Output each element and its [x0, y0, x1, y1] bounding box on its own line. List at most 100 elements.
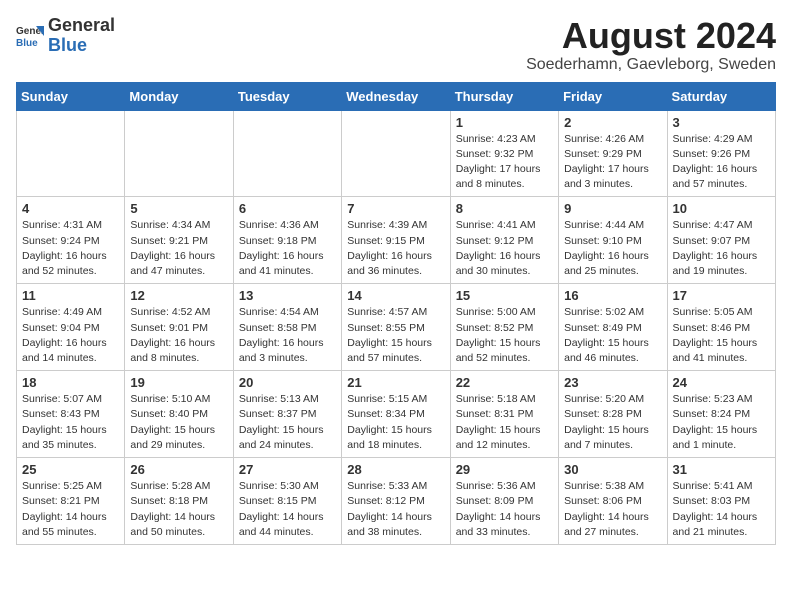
day-info: Sunrise: 4:23 AMSunset: 9:32 PMDaylight:…	[456, 132, 553, 193]
day-number: 26	[130, 462, 227, 477]
day-info: Sunrise: 5:07 AMSunset: 8:43 PMDaylight:…	[22, 392, 119, 453]
calendar-week-row: 11Sunrise: 4:49 AMSunset: 9:04 PMDayligh…	[17, 284, 776, 371]
day-of-week-header: Wednesday	[342, 82, 450, 110]
calendar-cell: 16Sunrise: 5:02 AMSunset: 8:49 PMDayligh…	[559, 284, 667, 371]
day-number: 16	[564, 288, 661, 303]
calendar-cell: 22 Sunrise: 5:18 AMSunset: 8:31 PMDayligh…	[450, 371, 558, 458]
day-number: 14	[347, 288, 444, 303]
calendar-week-row: 1 Sunrise: 4:23 AMSunset: 9:32 PMDaylight…	[17, 110, 776, 197]
day-info: Sunrise: 4:31 AMSunset: 9:24 PMDaylight:…	[22, 218, 119, 279]
svg-text:Blue: Blue	[16, 38, 38, 49]
calendar-cell: 12 Sunrise: 4:52 AMSunset: 9:01 PMDayligh…	[125, 284, 233, 371]
day-number: 27	[239, 462, 336, 477]
calendar-cell: 14 Sunrise: 4:57 AMSunset: 8:55 PMDayligh…	[342, 284, 450, 371]
logo-blue-text: Blue	[48, 35, 87, 55]
calendar-week-row: 25 Sunrise: 5:25 AMSunset: 8:21 PMDayligh…	[17, 458, 776, 545]
day-info: Sunrise: 5:00 AMSunset: 8:52 PMDaylight:…	[456, 305, 553, 366]
calendar-cell: 23 Sunrise: 5:20 AMSunset: 8:28 PMDayligh…	[559, 371, 667, 458]
day-number: 13	[239, 288, 336, 303]
day-info: Sunrise: 4:52 AMSunset: 9:01 PMDaylight:…	[130, 305, 227, 366]
day-number: 8	[456, 201, 553, 216]
day-info: Sunrise: 4:29 AMSunset: 9:26 PMDaylight:…	[673, 132, 770, 193]
day-info: Sunrise: 5:28 AMSunset: 8:18 PMDaylight:…	[130, 479, 227, 540]
calendar-cell: 31 Sunrise: 5:41 AMSunset: 8:03 PMDayligh…	[667, 458, 775, 545]
location-subtitle: Soederhamn, Gaevleborg, Sweden	[526, 56, 776, 74]
calendar-cell: 28Sunrise: 5:33 AMSunset: 8:12 PMDayligh…	[342, 458, 450, 545]
calendar-cell: 5 Sunrise: 4:34 AMSunset: 9:21 PMDaylight…	[125, 197, 233, 284]
calendar-header-row: SundayMondayTuesdayWednesdayThursdayFrid…	[17, 82, 776, 110]
calendar-week-row: 4 Sunrise: 4:31 AMSunset: 9:24 PMDaylight…	[17, 197, 776, 284]
calendar-cell: 4 Sunrise: 4:31 AMSunset: 9:24 PMDaylight…	[17, 197, 125, 284]
calendar-cell: 15 Sunrise: 5:00 AMSunset: 8:52 PMDayligh…	[450, 284, 558, 371]
day-of-week-header: Friday	[559, 82, 667, 110]
calendar-cell: 27 Sunrise: 5:30 AMSunset: 8:15 PMDayligh…	[233, 458, 341, 545]
day-info: Sunrise: 5:41 AMSunset: 8:03 PMDaylight:…	[673, 479, 770, 540]
day-number: 29	[456, 462, 553, 477]
calendar-cell: 21Sunrise: 5:15 AMSunset: 8:34 PMDayligh…	[342, 371, 450, 458]
day-info: Sunrise: 5:25 AMSunset: 8:21 PMDaylight:…	[22, 479, 119, 540]
calendar-cell: 26 Sunrise: 5:28 AMSunset: 8:18 PMDayligh…	[125, 458, 233, 545]
calendar-week-row: 18Sunrise: 5:07 AMSunset: 8:43 PMDayligh…	[17, 371, 776, 458]
day-info: Sunrise: 5:23 AMSunset: 8:24 PMDaylight:…	[673, 392, 770, 453]
page-header: General Blue General Blue August 2024 So…	[16, 16, 776, 74]
calendar-cell: 6Sunrise: 4:36 AMSunset: 9:18 PMDaylight…	[233, 197, 341, 284]
day-number: 12	[130, 288, 227, 303]
logo-icon: General Blue	[16, 22, 44, 50]
day-number: 30	[564, 462, 661, 477]
title-block: August 2024 Soederhamn, Gaevleborg, Swed…	[526, 16, 776, 74]
day-info: Sunrise: 5:30 AMSunset: 8:15 PMDaylight:…	[239, 479, 336, 540]
calendar-cell: 18Sunrise: 5:07 AMSunset: 8:43 PMDayligh…	[17, 371, 125, 458]
day-number: 25	[22, 462, 119, 477]
calendar-cell	[233, 110, 341, 197]
calendar-cell: 9Sunrise: 4:44 AMSunset: 9:10 PMDaylight…	[559, 197, 667, 284]
day-number: 3	[673, 115, 770, 130]
day-number: 23	[564, 375, 661, 390]
day-number: 31	[673, 462, 770, 477]
day-number: 5	[130, 201, 227, 216]
day-number: 2	[564, 115, 661, 130]
calendar-cell: 20 Sunrise: 5:13 AMSunset: 8:37 PMDayligh…	[233, 371, 341, 458]
day-number: 9	[564, 201, 661, 216]
month-year-title: August 2024	[526, 16, 776, 56]
day-number: 1	[456, 115, 553, 130]
day-info: Sunrise: 4:34 AMSunset: 9:21 PMDaylight:…	[130, 218, 227, 279]
logo: General Blue General Blue	[16, 16, 115, 56]
day-number: 11	[22, 288, 119, 303]
day-info: Sunrise: 5:18 AMSunset: 8:31 PMDaylight:…	[456, 392, 553, 453]
calendar-cell: 10Sunrise: 4:47 AMSunset: 9:07 PMDayligh…	[667, 197, 775, 284]
day-number: 4	[22, 201, 119, 216]
day-info: Sunrise: 4:41 AMSunset: 9:12 PMDaylight:…	[456, 218, 553, 279]
day-number: 15	[456, 288, 553, 303]
day-info: Sunrise: 5:20 AMSunset: 8:28 PMDaylight:…	[564, 392, 661, 453]
calendar-cell: 8 Sunrise: 4:41 AMSunset: 9:12 PMDaylight…	[450, 197, 558, 284]
day-info: Sunrise: 4:57 AMSunset: 8:55 PMDaylight:…	[347, 305, 444, 366]
calendar-table: SundayMondayTuesdayWednesdayThursdayFrid…	[16, 82, 776, 545]
calendar-cell: 3 Sunrise: 4:29 AMSunset: 9:26 PMDaylight…	[667, 110, 775, 197]
calendar-cell: 30Sunrise: 5:38 AMSunset: 8:06 PMDayligh…	[559, 458, 667, 545]
calendar-cell: 29 Sunrise: 5:36 AMSunset: 8:09 PMDayligh…	[450, 458, 558, 545]
day-info: Sunrise: 5:13 AMSunset: 8:37 PMDaylight:…	[239, 392, 336, 453]
day-info: Sunrise: 5:05 AMSunset: 8:46 PMDaylight:…	[673, 305, 770, 366]
day-info: Sunrise: 4:54 AMSunset: 8:58 PMDaylight:…	[239, 305, 336, 366]
day-info: Sunrise: 4:26 AMSunset: 9:29 PMDaylight:…	[564, 132, 661, 193]
calendar-cell: 7Sunrise: 4:39 AMSunset: 9:15 PMDaylight…	[342, 197, 450, 284]
calendar-cell: 13 Sunrise: 4:54 AMSunset: 8:58 PMDayligh…	[233, 284, 341, 371]
day-number: 21	[347, 375, 444, 390]
calendar-cell: 2 Sunrise: 4:26 AMSunset: 9:29 PMDaylight…	[559, 110, 667, 197]
day-number: 22	[456, 375, 553, 390]
day-info: Sunrise: 5:33 AMSunset: 8:12 PMDaylight:…	[347, 479, 444, 540]
day-number: 20	[239, 375, 336, 390]
day-number: 17	[673, 288, 770, 303]
calendar-cell	[125, 110, 233, 197]
day-of-week-header: Saturday	[667, 82, 775, 110]
calendar-cell: 24Sunrise: 5:23 AMSunset: 8:24 PMDayligh…	[667, 371, 775, 458]
day-of-week-header: Tuesday	[233, 82, 341, 110]
calendar-cell	[342, 110, 450, 197]
day-number: 10	[673, 201, 770, 216]
day-number: 19	[130, 375, 227, 390]
day-info: Sunrise: 5:36 AMSunset: 8:09 PMDaylight:…	[456, 479, 553, 540]
day-of-week-header: Sunday	[17, 82, 125, 110]
day-of-week-header: Thursday	[450, 82, 558, 110]
day-of-week-header: Monday	[125, 82, 233, 110]
calendar-cell: 1 Sunrise: 4:23 AMSunset: 9:32 PMDaylight…	[450, 110, 558, 197]
